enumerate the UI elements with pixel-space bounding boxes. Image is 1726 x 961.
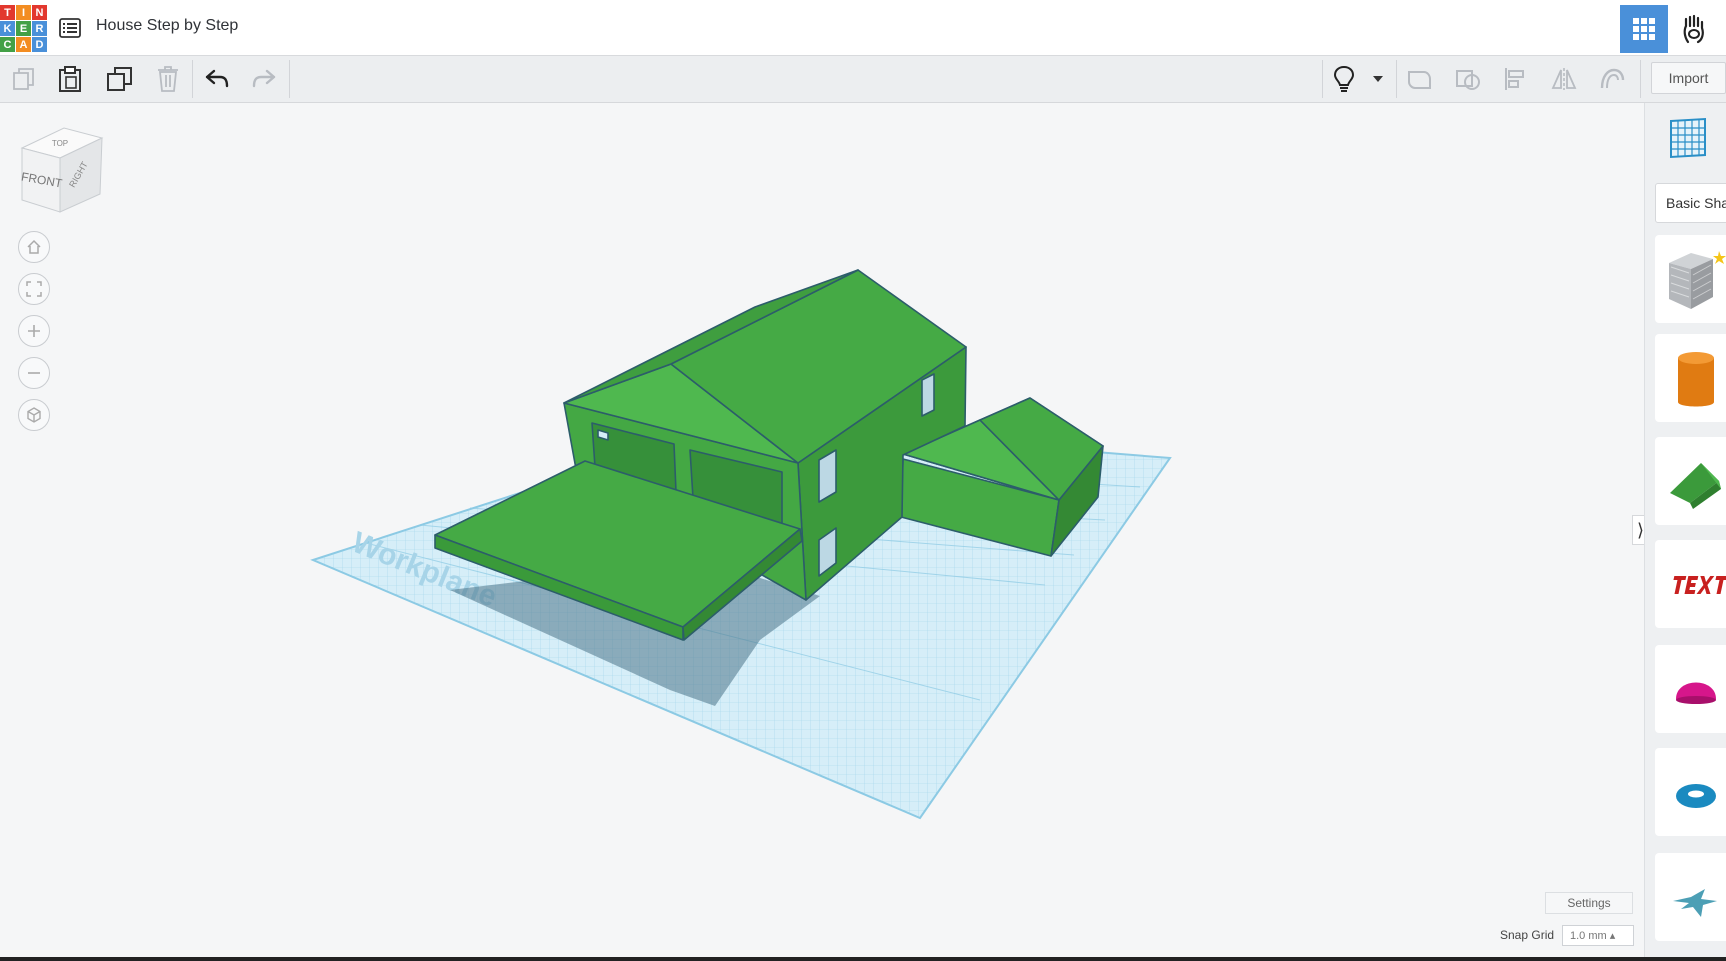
- fit-view-icon: [26, 281, 42, 297]
- plus-icon: [28, 325, 40, 337]
- torus-shape-icon: [1676, 784, 1716, 808]
- ungroup-icon: [1456, 70, 1480, 90]
- notes-dropdown-button[interactable]: [1358, 56, 1398, 102]
- shape-box[interactable]: [1655, 235, 1726, 323]
- zoom-out-button[interactable]: [18, 357, 50, 389]
- group-button[interactable]: [1397, 56, 1443, 102]
- design-title[interactable]: House Step by Step: [96, 17, 238, 35]
- logo-letter: E: [16, 21, 31, 36]
- hand-icon: [1683, 14, 1704, 44]
- logo-letter: D: [32, 37, 47, 52]
- viewcube-top-label[interactable]: TOP: [52, 139, 68, 148]
- list-icon: [59, 18, 81, 38]
- shape-cylinder[interactable]: [1655, 334, 1726, 422]
- cube-icon: [27, 407, 41, 423]
- paste-button[interactable]: [47, 56, 93, 102]
- copy-icon: [13, 68, 34, 90]
- undo-icon: [205, 69, 229, 88]
- undo-button[interactable]: [194, 56, 240, 102]
- shape-text[interactable]: [1655, 540, 1726, 628]
- import-button[interactable]: Import: [1651, 62, 1726, 94]
- view-cube[interactable]: TOP FRONT RIGHT: [18, 126, 108, 221]
- 3d-view-button[interactable]: [1620, 5, 1668, 53]
- delete-button[interactable]: [145, 56, 191, 102]
- text-shape-icon: [1673, 576, 1726, 594]
- box-shape-icon: [1669, 251, 1726, 309]
- caret-down-icon: [1373, 76, 1383, 82]
- half-sphere-shape-icon: [1676, 682, 1716, 704]
- roof-shape-icon: [1670, 463, 1721, 509]
- logo-letter: C: [0, 37, 15, 52]
- redo-button[interactable]: [241, 56, 287, 102]
- home-icon: [27, 239, 41, 254]
- logo-letter: I: [16, 5, 31, 20]
- mirror-icon: [1551, 68, 1577, 90]
- logo-letter: N: [32, 5, 47, 20]
- align-icon: [1505, 68, 1524, 90]
- bottom-border: [0, 957, 1726, 961]
- cylinder-shape-icon: [1678, 352, 1714, 407]
- settings-button[interactable]: Settings: [1545, 892, 1633, 914]
- clipboard-icon: [59, 66, 81, 92]
- duplicate-button[interactable]: [97, 56, 143, 102]
- zoom-in-button[interactable]: [18, 315, 50, 347]
- align-button[interactable]: [1493, 56, 1539, 102]
- home-view-button[interactable]: [18, 231, 50, 263]
- star-shape-icon: [1673, 889, 1717, 917]
- cruise-button[interactable]: [1589, 56, 1635, 102]
- logo-letter: T: [0, 5, 15, 20]
- blocks-view-button[interactable]: [1670, 5, 1718, 53]
- mirror-button[interactable]: [1541, 56, 1587, 102]
- fit-view-button[interactable]: [18, 273, 50, 305]
- shape-roof[interactable]: [1655, 437, 1726, 525]
- perspective-button[interactable]: [18, 399, 50, 431]
- shape-library-select[interactable]: Basic Shapes: [1655, 183, 1726, 223]
- shape-half-sphere[interactable]: [1655, 645, 1726, 733]
- duplicate-icon: [107, 67, 132, 91]
- snap-grid-label: Snap Grid: [1500, 928, 1555, 942]
- lightbulb-icon: [1333, 65, 1355, 92]
- logo-letter: K: [0, 21, 15, 36]
- top-bar: T I N K E R C A D House Step by Step: [0, 0, 1726, 56]
- trash-icon: [158, 66, 178, 92]
- 3d-viewport[interactable]: Workplane: [0, 103, 1644, 961]
- minus-icon: [28, 372, 40, 374]
- snap-grid-select[interactable]: 1.0 mm ▴: [1562, 925, 1634, 946]
- grid-icon: [1633, 18, 1655, 40]
- edit-toolbar: [0, 56, 1726, 103]
- ungroup-button[interactable]: [1445, 56, 1491, 102]
- tinkercad-logo[interactable]: T I N K E R C A D: [0, 5, 47, 52]
- shape-star[interactable]: [1655, 853, 1726, 941]
- workplane-grid-icon: [1670, 117, 1706, 159]
- logo-letter: R: [32, 21, 47, 36]
- magnet-icon: [1600, 68, 1625, 89]
- workplane-button[interactable]: [1665, 115, 1711, 161]
- chevron-right-icon: ⟩: [1636, 519, 1645, 540]
- shape-torus[interactable]: [1655, 748, 1726, 836]
- logo-letter: A: [16, 37, 31, 52]
- group-icon: [1408, 71, 1431, 89]
- redo-icon: [252, 69, 276, 88]
- design-list-button[interactable]: [58, 16, 82, 40]
- copy-button[interactable]: [1, 56, 47, 102]
